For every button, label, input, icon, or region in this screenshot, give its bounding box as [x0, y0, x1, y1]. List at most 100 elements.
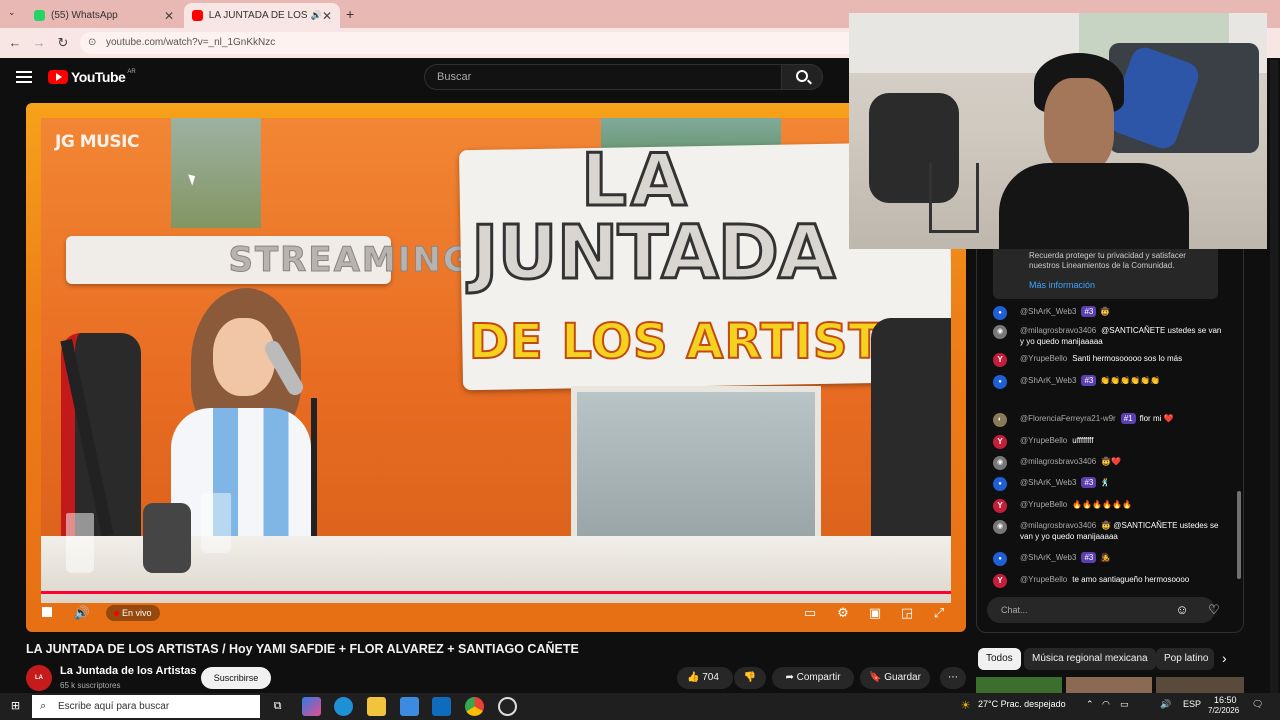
recommended-thumbnail[interactable] — [976, 677, 1062, 693]
chat-username[interactable]: @YrupeBello — [1020, 575, 1067, 584]
tray-chevron-icon[interactable]: ⌃ — [1086, 699, 1094, 710]
chrome-icon[interactable] — [465, 697, 484, 716]
heart-icon[interactable]: ♡ — [1205, 601, 1223, 619]
chat-message: ● @ShArK_Web3 #3 🤠 — [993, 306, 1223, 320]
settings-gear-icon[interactable]: ⚙ — [832, 602, 854, 624]
member-badge: #3 — [1081, 375, 1097, 386]
video-player[interactable]: JG MUSIC STREAMING LA JUNTADA DE LOS ART… — [26, 103, 966, 632]
video-title: LA JUNTADA DE LOS ARTISTAS / Hoy YAMI SA… — [26, 642, 579, 656]
volume-icon[interactable]: 🔊 — [71, 602, 93, 624]
chat-username[interactable]: @YrupeBello — [1020, 436, 1067, 445]
chat-scrollbar[interactable] — [1237, 491, 1241, 579]
member-badge: #3 — [1081, 552, 1097, 563]
share-button[interactable]: ➦ Compartir — [772, 667, 854, 689]
chat-username[interactable]: @ShArK_Web3 — [1020, 478, 1076, 487]
share-icon: ➦ — [785, 672, 794, 683]
microsoft-store-icon[interactable] — [400, 697, 419, 716]
volume-tray-icon[interactable]: 🔊 — [1160, 699, 1171, 710]
windows-start-icon[interactable]: ⊞ — [6, 697, 25, 716]
region-code: AR — [127, 69, 136, 75]
recommended-thumbnail[interactable] — [1066, 677, 1152, 693]
chat-message: Y @YrupeBello 🔥🔥🔥🔥🔥🔥 — [993, 499, 1223, 513]
search-button[interactable] — [781, 64, 823, 90]
chat-username[interactable]: @milagrosbravo3406 — [1020, 521, 1096, 530]
fullscreen-icon[interactable]: ⤢ — [928, 602, 950, 624]
chat-username[interactable]: @milagrosbravo3406 — [1020, 457, 1096, 466]
tab-youtube[interactable]: LA JUNTADA DE LOS ARTISTAS 🔊 ✕ — [184, 3, 340, 28]
search-input[interactable]: Buscar — [424, 64, 782, 90]
network-icon[interactable]: ▭ — [1120, 699, 1129, 710]
weather-icon[interactable]: ☀ — [956, 697, 975, 716]
speaker-icon[interactable]: 🔊 — [311, 10, 322, 21]
back-icon[interactable]: ← — [6, 34, 24, 52]
chat-username[interactable]: @YrupeBello — [1020, 500, 1067, 509]
chat-username[interactable]: @ShArK_Web3 — [1020, 376, 1076, 385]
forward-icon[interactable]: → — [30, 34, 48, 52]
chat-text: uffffffff — [1072, 436, 1094, 445]
speaker — [143, 503, 191, 573]
channel-watermark: JG MUSIC — [55, 132, 139, 152]
chip-regional-mexicana[interactable]: Música regional mexicana — [1024, 648, 1156, 670]
avatar: ◉ — [993, 325, 1007, 339]
obs-icon[interactable] — [498, 697, 517, 716]
notifications-icon[interactable]: 🗨 — [1252, 699, 1263, 710]
taskbar-search-input[interactable]: ⌕ Escribe aquí para buscar — [32, 695, 260, 718]
avatar: ● — [993, 552, 1007, 566]
channel-name[interactable]: La Juntada de los Artistas — [60, 665, 197, 677]
recommended-thumbnail[interactable] — [1156, 677, 1244, 693]
more-info-link[interactable]: Más información — [1029, 280, 1210, 290]
tab-whatsapp[interactable]: (55) WhatsApp ✕ — [26, 3, 182, 28]
chat-username[interactable]: @YrupeBello — [1020, 354, 1067, 363]
task-view-icon[interactable]: ⧉ — [268, 697, 287, 716]
tab-label: LA JUNTADA DE LOS ARTISTAS — [208, 10, 307, 21]
youtube-logo[interactable]: YouTube AR — [48, 68, 136, 86]
close-tab-icon[interactable]: ✕ — [322, 9, 332, 23]
clock-time[interactable]: 16:50 — [1214, 695, 1237, 705]
close-tab-icon[interactable]: ✕ — [164, 9, 174, 23]
like-button[interactable]: 👍 704 — [677, 667, 733, 689]
chip-pop-latino[interactable]: Pop latino — [1156, 648, 1214, 670]
reload-icon[interactable]: ↻ — [54, 34, 72, 52]
chevron-right-icon[interactable]: › — [1222, 650, 1227, 666]
more-actions-button[interactable]: ⋯ — [940, 667, 966, 689]
live-badge[interactable]: En vivo — [106, 605, 160, 621]
chat-username[interactable]: @ShArK_Web3 — [1020, 553, 1076, 562]
language-indicator[interactable]: ESP — [1183, 699, 1201, 709]
chat-notice: Recuerda proteger tu privacidad y satisf… — [993, 249, 1218, 299]
new-tab-button[interactable]: + — [346, 6, 354, 22]
chat-text: 🧑‍🎤 — [1100, 553, 1111, 562]
player-controls: 🔊 En vivo ▭ ⚙ ▣ ◲ ⤢ — [26, 598, 966, 628]
chip-all[interactable]: Todos — [978, 648, 1021, 670]
subscribe-button[interactable]: Suscribirse — [201, 667, 271, 689]
page-scrollbar[interactable] — [1270, 60, 1278, 693]
wifi-icon[interactable]: ◠ — [1102, 699, 1110, 710]
stop-icon[interactable] — [36, 602, 58, 624]
avatar: Y — [993, 435, 1007, 449]
save-button[interactable]: 🔖 Guardar — [860, 667, 930, 689]
chat-username[interactable]: @ShArK_Web3 — [1020, 307, 1076, 316]
sign-juntada-text: JUNTADA — [469, 209, 836, 298]
site-info-icon[interactable]: ⊙ — [88, 32, 96, 54]
file-explorer-icon[interactable] — [367, 697, 386, 716]
dislike-button[interactable]: 👎 — [734, 667, 766, 689]
chat-username[interactable]: @milagrosbravo3406 — [1020, 326, 1096, 335]
streaming-sign: STREAMING — [66, 236, 471, 284]
search-icon: ⌕ — [40, 700, 47, 712]
youtube-play-icon — [48, 70, 68, 84]
edge-icon[interactable] — [334, 697, 353, 716]
weather-text[interactable]: 27°C Prac. despejado — [978, 699, 1066, 709]
emoji-icon[interactable]: ☺ — [1173, 601, 1191, 619]
copilot-icon[interactable] — [302, 697, 321, 716]
streamer-person — [999, 53, 1189, 249]
miniplayer-icon[interactable]: ▣ — [864, 602, 886, 624]
menu-icon[interactable] — [16, 68, 32, 84]
chat-username[interactable]: @FlorenciaFerreyra21-w9r — [1020, 414, 1116, 423]
cast-icon[interactable]: ◲ — [896, 602, 918, 624]
subtitles-icon[interactable]: ▭ — [799, 602, 821, 624]
clock-date[interactable]: 7/2/2026 — [1208, 706, 1239, 715]
channel-avatar[interactable]: LA JUNTADA — [26, 665, 54, 707]
tab-list-chevron-icon[interactable]: ⌄ — [8, 7, 22, 21]
live-progress-bar[interactable] — [41, 591, 951, 594]
outlook-icon[interactable] — [432, 697, 451, 716]
url-input[interactable]: ⊙ youtube.com/watch?v=_nl_1GnKkNzc — [80, 32, 860, 54]
